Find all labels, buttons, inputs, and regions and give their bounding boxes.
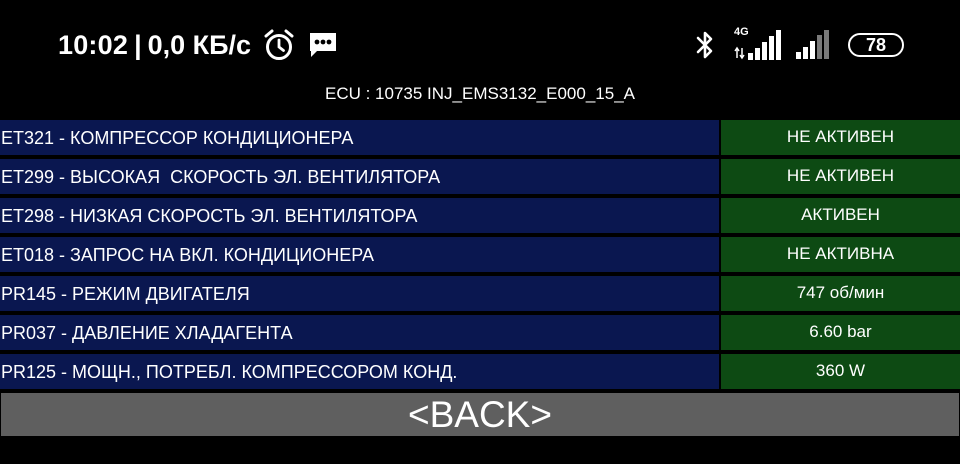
signal-icon xyxy=(794,30,834,60)
table-row: PR145 - РЕЖИМ ДВИГАТЕЛЯ 747 об/мин xyxy=(0,276,960,311)
parameter-table: ET321 - КОМПРЕССОР КОНДИЦИОНЕРА НЕ АКТИВ… xyxy=(0,120,960,393)
param-label: ET018 - ЗАПРОС НА ВКЛ. КОНДИЦИОНЕРА xyxy=(0,237,719,272)
param-value: 6.60 bar xyxy=(721,315,960,350)
back-button[interactable]: <BACK> xyxy=(1,393,959,436)
table-row: PR037 - ДАВЛЕНИЕ ХЛАДАГЕНТА 6.60 bar xyxy=(0,315,960,350)
param-label: ET299 - ВЫСОКАЯ СКОРОСТЬ ЭЛ. ВЕНТИЛЯТОРА xyxy=(0,159,719,194)
table-row: PR125 - МОЩН., ПОТРЕБЛ. КОМПРЕССОРОМ КОН… xyxy=(0,354,960,389)
status-left: 10:02 | 0,0 КБ/с xyxy=(58,26,339,64)
param-label: PR145 - РЕЖИМ ДВИГАТЕЛЯ xyxy=(0,276,719,311)
battery-level: 78 xyxy=(865,34,887,55)
alarm-clock-icon xyxy=(263,28,295,62)
table-row: ET321 - КОМПРЕССОР КОНДИЦИОНЕРА НЕ АКТИВ… xyxy=(0,120,960,155)
param-label: PR037 - ДАВЛЕНИЕ ХЛАДАГЕНТА xyxy=(0,315,719,350)
table-row: ET018 - ЗАПРОС НА ВКЛ. КОНДИЦИОНЕРА НЕ А… xyxy=(0,237,960,272)
signal-icon xyxy=(734,30,781,60)
param-label: ET298 - НИЗКАЯ СКОРОСТЬ ЭЛ. ВЕНТИЛЯТОРА xyxy=(0,198,719,233)
param-value: НЕ АКТИВНА xyxy=(721,237,960,272)
table-row: ET298 - НИЗКАЯ СКОРОСТЬ ЭЛ. ВЕНТИЛЯТОРА … xyxy=(0,198,960,233)
battery-icon: 78 xyxy=(848,33,904,57)
status-time: 10:02 xyxy=(58,29,129,60)
param-value: АКТИВЕН xyxy=(721,198,960,233)
status-bar: 10:02 | 0,0 КБ/с 4G 78 xyxy=(0,0,960,84)
status-separator: | xyxy=(134,29,142,60)
param-value: НЕ АКТИВЕН xyxy=(721,159,960,194)
param-value: 747 об/мин xyxy=(721,276,960,311)
param-label: ET321 - КОМПРЕССОР КОНДИЦИОНЕРА xyxy=(0,120,719,155)
bluetooth-icon xyxy=(694,29,716,61)
param-value: НЕ АКТИВЕН xyxy=(721,120,960,155)
ecu-info: ECU : 10735 INJ_EMS3132_E000_15_A xyxy=(325,84,635,103)
status-right: 4G 78 xyxy=(694,26,904,64)
param-label: PR125 - МОЩН., ПОТРЕБЛ. КОМПРЕССОРОМ КОН… xyxy=(0,354,719,389)
network-speed: 0,0 КБ/с xyxy=(147,29,252,60)
message-icon xyxy=(307,30,339,60)
param-value: 360 W xyxy=(721,354,960,389)
signal-4g-indicator: 4G xyxy=(734,26,784,62)
table-row: ET299 - ВЫСОКАЯ СКОРОСТЬ ЭЛ. ВЕНТИЛЯТОРА… xyxy=(0,159,960,194)
